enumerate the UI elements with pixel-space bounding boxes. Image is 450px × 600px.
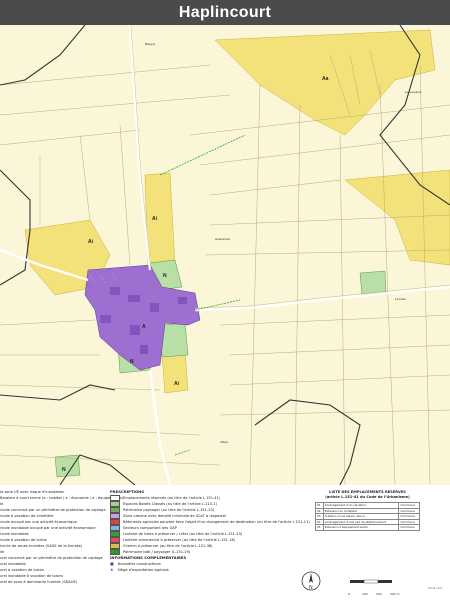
scale-tick-label: 0 <box>348 592 350 596</box>
block-5 <box>130 325 140 335</box>
table-row: 04 Aménagement d'une aire de stationnemen… <box>315 518 420 525</box>
reserved-locations-table: LISTE DES EMPLACEMENTS RESERVES (article… <box>315 490 420 531</box>
label-a: A <box>142 324 146 330</box>
table-row: 05 Extension d'équipement public Commune <box>315 524 420 531</box>
legend-info-label: Siège d'exploitation agricole <box>117 568 169 572</box>
svg-text:N: N <box>309 585 313 591</box>
legend-prescriptions: PRESCRIPTIONS Emplacements réservés (au … <box>110 489 310 573</box>
table-subtitle: (article L.151-41 du Code de l'Urbanisme… <box>325 495 410 499</box>
scale-bar-graphic <box>350 579 392 584</box>
place-name-lower: Villers <box>220 440 229 444</box>
label-aa: Aa <box>322 76 329 82</box>
scale-bar: 0 100 200 300 m <box>348 573 408 596</box>
place-name-center: Haplincourt <box>215 237 230 241</box>
place-name-top: Bangny <box>145 42 156 46</box>
zone-n-3 <box>359 270 387 296</box>
map-credit: Fond cad. <box>428 586 443 590</box>
label-n-1: N <box>163 273 167 279</box>
block-1 <box>110 287 120 295</box>
legend-info-item: ★ Siège d'exploitation agricole <box>110 567 310 573</box>
table-cell: 05 <box>315 524 324 531</box>
label-ai-center: Ai <box>152 216 158 222</box>
place-name-right: La Folie <box>395 297 406 301</box>
star-icon: ★ <box>110 567 114 572</box>
label-n-2: N <box>130 359 134 365</box>
map-title-bar: Haplincourt <box>0 0 450 25</box>
legend-zones: la zone UE avec risque d'inondation Barai… <box>0 489 123 585</box>
scale-tick-label: 200 <box>376 592 382 596</box>
map-legend: la zone UE avec risque d'inondation Barai… <box>0 485 450 600</box>
place-name-top-right: Lebucquière <box>405 90 422 94</box>
table-cell: Extension d'équipement public <box>322 524 400 531</box>
label-n-3: N <box>62 467 66 473</box>
map-title: Haplincourt <box>178 3 272 21</box>
legend-zone-label: urel de zone à dominante humide (SDAGE) <box>0 580 78 584</box>
label-ai-lower: Ai <box>174 381 180 387</box>
scale-tick-label: 300 m <box>390 592 400 596</box>
legend-zone-label: Baraiere à court terme (a : habitat / e … <box>0 496 123 500</box>
legend-zone-item: Baraiere à court terme (a : habitat / e … <box>0 495 123 501</box>
block-4 <box>100 315 111 323</box>
table-cell: Commune <box>398 524 420 531</box>
north-arrow-icon: N <box>301 571 321 591</box>
label-ai-left: Ai <box>88 239 94 245</box>
legend-zone-label: ircicle de zones humides (SAGE de la Sen… <box>0 544 83 548</box>
block-6 <box>178 297 187 304</box>
block-7 <box>140 345 148 354</box>
block-3 <box>150 303 159 312</box>
map-canvas[interactable]: Aa Ai Ai Ai N N N A Bangny Lebucquière H… <box>0 25 450 485</box>
block-2 <box>128 295 140 302</box>
legend-zone-item: urel de zone à dominante humide (SDAGE) <box>0 579 123 585</box>
scale-tick-label: 100 <box>362 592 368 596</box>
table-grid: 01 Aménagement d'un carrefour Commune 02 Ext… <box>315 502 420 531</box>
